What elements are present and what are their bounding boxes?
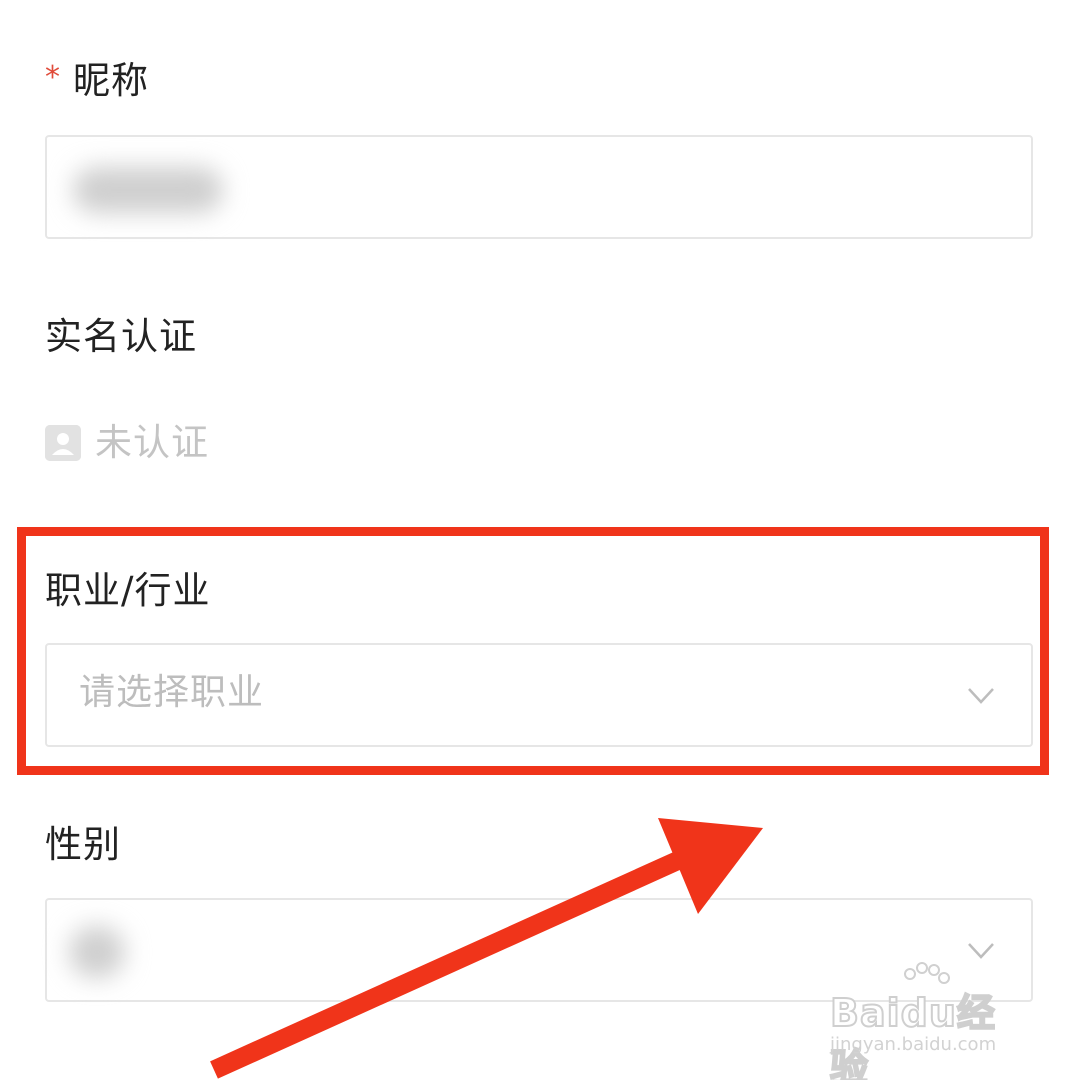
highlight-box — [17, 527, 1049, 775]
required-star: * — [45, 60, 61, 95]
nickname-value-redacted — [73, 167, 223, 213]
profile-form-page: * 昵称 实名认证 未认证 职业/行业 请选择职业 性别 Baidu经验 jin… — [0, 0, 1080, 1080]
gender-value-redacted — [69, 926, 125, 978]
gender-label: 性别 — [45, 823, 121, 866]
verification-status-row[interactable]: 未认证 — [45, 424, 209, 461]
id-card-icon — [45, 424, 81, 461]
watermark-logo: Baidu经验 jingyan.baidu.com — [826, 962, 1026, 1080]
nickname-label: 昵称 — [73, 59, 149, 102]
watermark-brand: Baidu经验 — [829, 990, 996, 1080]
chevron-down-icon — [968, 943, 994, 959]
nickname-input[interactable] — [45, 135, 1033, 239]
watermark-url: jingyan.baidu.com — [830, 1034, 997, 1055]
verification-status: 未认证 — [95, 421, 209, 464]
nickname-label-row: * 昵称 — [45, 62, 149, 99]
verification-label: 实名认证 — [45, 315, 197, 358]
